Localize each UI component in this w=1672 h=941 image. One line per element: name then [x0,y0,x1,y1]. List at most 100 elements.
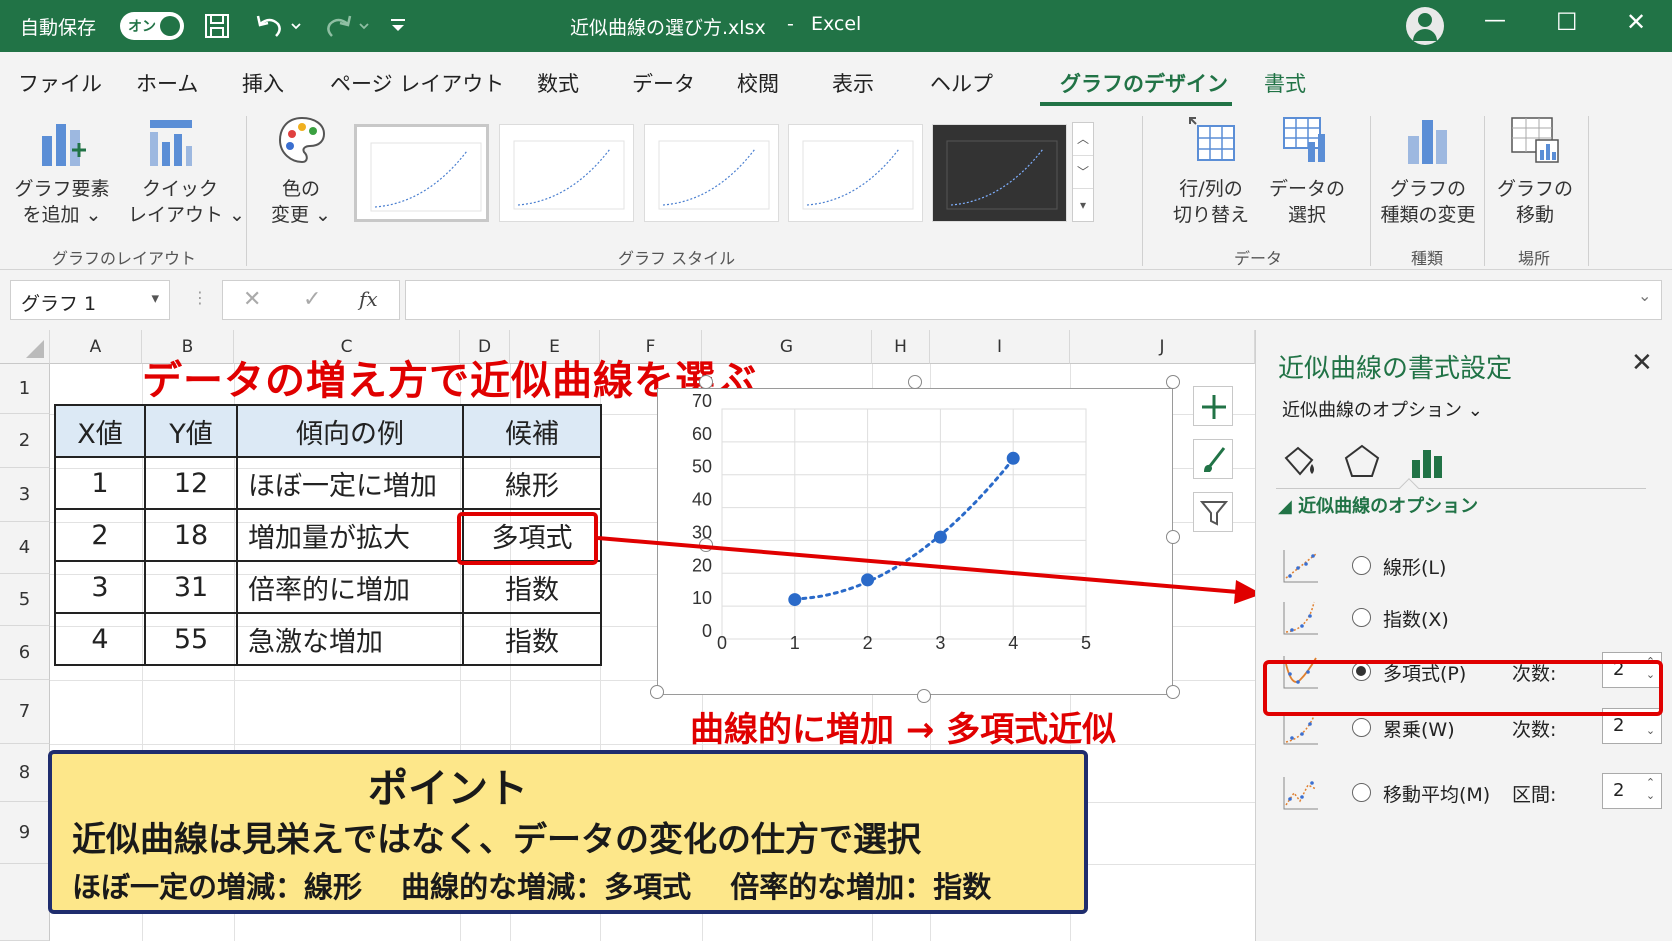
table-cell[interactable]: ほぼ一定に増加 [236,456,464,510]
row-header-4[interactable]: 4 [0,522,50,574]
chart-area[interactable]: 0 10 20 30 40 50 60 70 0 1 2 3 4 5 [657,388,1173,695]
resize-handle[interactable] [650,685,664,699]
save-icon[interactable] [203,12,231,40]
table-cell[interactable]: 31 [144,560,238,614]
add-chart-element-icon [42,124,86,166]
tab-review[interactable]: 校閲 [737,68,779,98]
tab-home[interactable]: ホーム [136,68,198,98]
power-radio[interactable] [1352,718,1371,737]
table-cell[interactable]: 指数 [462,560,602,614]
column-header-j[interactable]: J [1070,330,1255,364]
resize-handle[interactable] [699,538,713,552]
tab-view[interactable]: 表示 [832,68,874,98]
table-cell[interactable]: 3 [54,560,146,614]
row-header-5[interactable]: 5 [0,574,50,626]
trendline-options-icon[interactable] [1408,442,1448,482]
insert-function-button[interactable]: fx [359,287,378,311]
autosave-toggle[interactable]: オン [120,12,184,40]
maximize-button[interactable]: ☐ [1556,8,1578,36]
chart-style-2[interactable] [499,124,634,222]
column-header-h[interactable]: H [872,330,930,364]
gallery-more-icon[interactable]: ▾ [1073,189,1093,222]
exponential-radio[interactable] [1352,608,1371,627]
table-header-y[interactable]: Y値 [144,404,238,458]
minimize-button[interactable]: — [1484,8,1506,33]
row-header-7[interactable]: 7 [0,680,50,744]
table-header-candidate[interactable]: 候補 [462,404,602,458]
fill-line-icon[interactable] [1278,442,1318,482]
table-cell[interactable]: 急激な増加 [236,612,464,666]
row-header-3[interactable]: 3 [0,468,50,522]
gallery-up-icon[interactable]: ︿ [1073,123,1093,156]
chart-style-1[interactable] [354,124,489,222]
resize-handle[interactable] [699,375,713,389]
table-cell[interactable]: 12 [144,456,238,510]
tab-file[interactable]: ファイル [18,68,102,98]
resize-handle[interactable] [1166,375,1180,389]
effects-pentagon-icon[interactable] [1342,442,1382,482]
close-window-button[interactable]: ✕ [1626,8,1646,36]
user-avatar[interactable] [1406,7,1444,45]
undo-icon[interactable] [254,12,302,40]
cancel-formula-button[interactable]: ✕ [243,287,261,312]
table-cell[interactable]: 2 [54,508,146,562]
row-header-2[interactable]: 2 [0,414,50,468]
chart-style-3[interactable] [644,124,779,222]
y-tick-label: 40 [692,490,712,510]
gallery-down-icon[interactable]: ﹀ [1073,156,1093,189]
autosave-state: オン [128,19,156,35]
select-all-corner[interactable] [0,330,50,364]
table-cell[interactable]: 55 [144,612,238,666]
x-tick-label: 0 [717,633,727,653]
resize-handle[interactable] [1166,530,1180,544]
pane-close-button[interactable]: ✕ [1631,348,1653,378]
table-cell[interactable]: 指数 [462,612,602,666]
trendline-options-dropdown[interactable]: 近似曲線のオプション ⌄ [1282,396,1483,422]
table-cell[interactable]: 増加量が拡大 [236,508,464,562]
column-header-a[interactable]: A [50,330,142,364]
option-exponential[interactable]: 指数(X) [1280,596,1660,640]
option-linear[interactable]: 線形(L) [1280,544,1660,588]
moving-average-period-stepper[interactable]: 2 [1602,773,1662,809]
formula-input[interactable] [405,280,1662,320]
enter-formula-button[interactable]: ✓ [303,287,321,312]
row-header-6[interactable]: 6 [0,626,50,680]
resize-handle[interactable] [917,689,931,703]
row-header-1[interactable]: 1 [0,364,50,414]
chart-style-4[interactable] [788,124,923,222]
formula-bar-splitter[interactable]: ⋮ [192,288,208,307]
row-header-8[interactable]: 8 [0,744,50,802]
redo-icon[interactable] [322,12,370,40]
chart-styles-button[interactable] [1193,439,1233,479]
option-moving-average[interactable]: 移動平均(M) 区間: 2 [1280,771,1662,815]
table-header-x[interactable]: X値 [54,404,146,458]
style-gallery-scroll[interactable]: ︿ ﹀ ▾ [1072,122,1094,222]
tab-format[interactable]: 書式 [1264,68,1306,98]
chart-style-5[interactable] [932,124,1067,222]
tab-chart-design[interactable]: グラフのデザイン [1060,68,1228,98]
row-header-9[interactable]: 9 [0,802,50,864]
tab-help[interactable]: ヘルプ [930,68,993,98]
table-cell[interactable]: 4 [54,612,146,666]
resize-handle[interactable] [1166,685,1180,699]
customize-toolbar-icon[interactable] [388,16,408,36]
tab-insert[interactable]: 挿入 [242,68,284,98]
table-cell[interactable]: 倍率的に増加 [236,560,464,614]
tab-data[interactable]: データ [632,68,695,98]
trendline-options-section[interactable]: ◢ 近似曲線のオプション [1278,492,1478,518]
linear-radio[interactable] [1352,556,1371,575]
moving-average-radio[interactable] [1352,783,1371,802]
tab-formulas[interactable]: 数式 [537,68,579,98]
resize-handle[interactable] [908,375,922,389]
table-cell[interactable]: 18 [144,508,238,562]
chart-filters-button[interactable] [1193,492,1233,532]
y-tick-label: 70 [692,391,712,411]
column-header-i[interactable]: I [930,330,1070,364]
table-cell[interactable]: 線形 [462,456,602,510]
chart-elements-button[interactable] [1193,386,1233,426]
tab-page-layout[interactable]: ページ レイアウト [330,68,504,98]
expand-formula-bar-icon[interactable]: ⌄ [1638,286,1651,305]
name-box[interactable]: グラフ 1 [10,280,170,320]
table-header-trend[interactable]: 傾向の例 [236,404,464,458]
table-cell[interactable]: 1 [54,456,146,510]
